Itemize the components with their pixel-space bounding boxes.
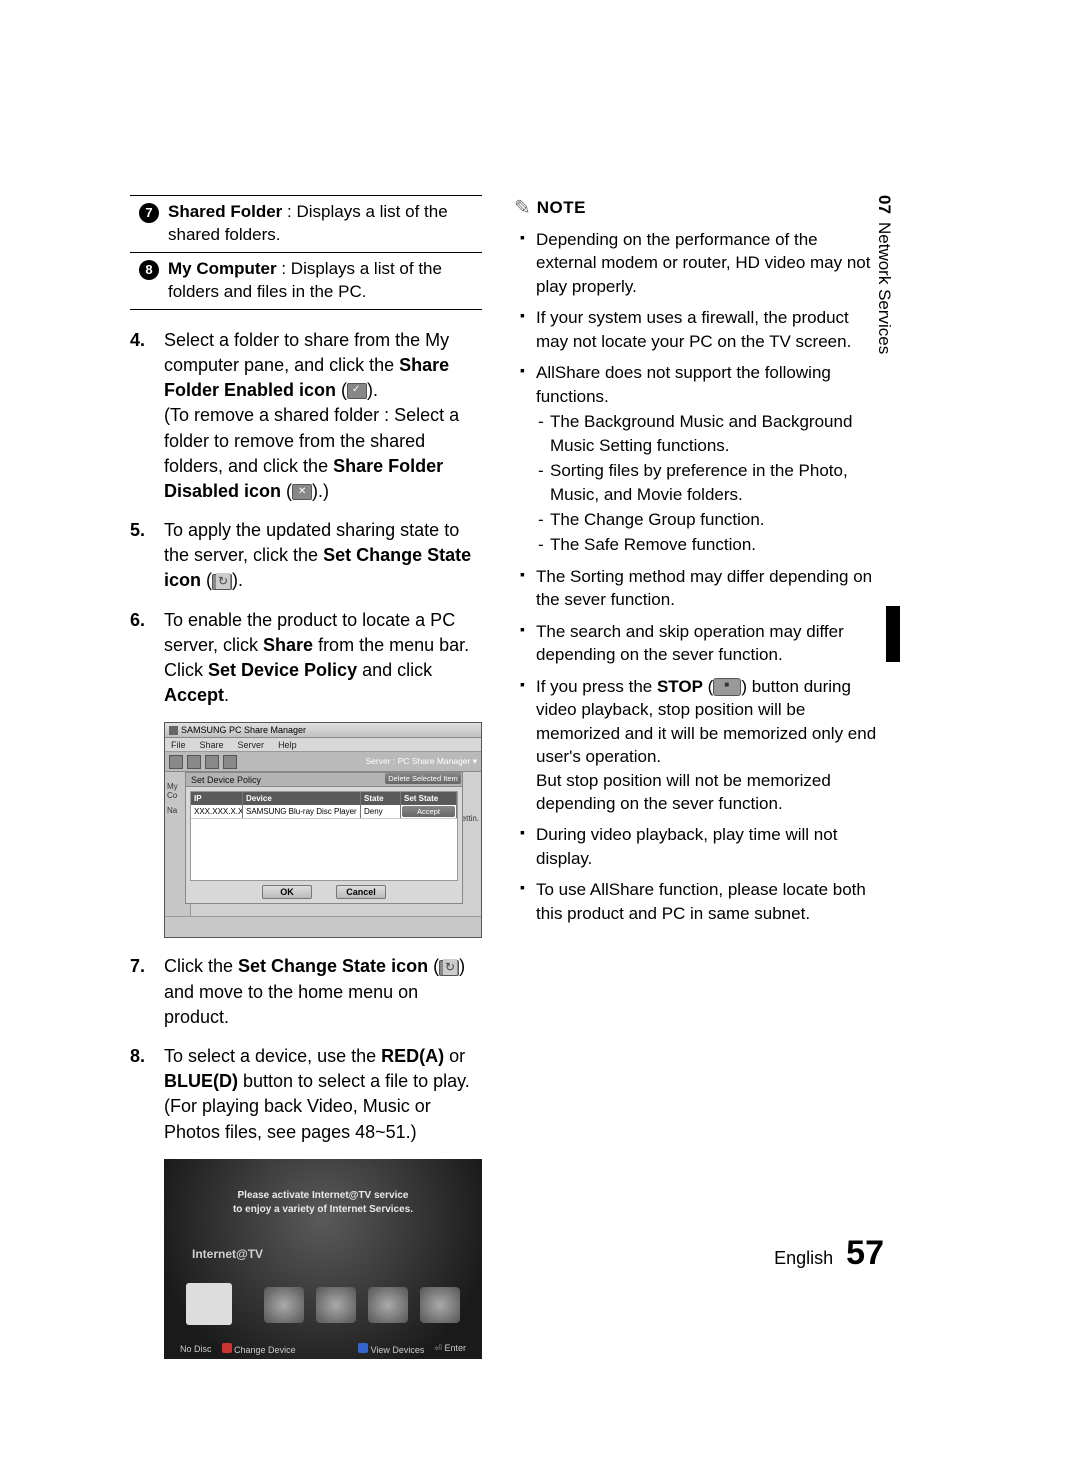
note-subitem: Sorting files by preference in the Photo…: [536, 459, 880, 506]
ok-button[interactable]: OK: [262, 885, 312, 899]
set-change-state-icon: [212, 574, 232, 590]
note-item: AllShare does not support the following …: [514, 361, 880, 557]
menu-server[interactable]: Server: [238, 740, 265, 750]
right-column: ✎ NOTE Depending on the performance of t…: [514, 195, 880, 1359]
number-badge: 7: [139, 203, 159, 223]
share-enable-icon: [347, 383, 367, 399]
enter-key-icon: ⏎: [434, 1343, 442, 1353]
definition-table: 7 Shared Folder : Displays a list of the…: [130, 195, 482, 310]
note-header: ✎ NOTE: [514, 195, 880, 220]
note-icon: ✎: [514, 195, 531, 220]
footer-language: English: [774, 1248, 833, 1268]
note-item: If you press the STOP () button during v…: [514, 675, 880, 816]
home-tile-icon[interactable]: [264, 1287, 304, 1323]
product-home-screenshot: Please activate Internet@TV service to e…: [164, 1159, 482, 1359]
note-sublist: The Background Music and Background Musi…: [536, 410, 880, 557]
note-item: The Sorting method may differ depending …: [514, 565, 880, 612]
step-8: 8. To select a device, use the RED(A) or…: [130, 1044, 482, 1145]
device-row[interactable]: XXX.XXX.X.XX SAMSUNG Blu-ray Disc Player…: [191, 805, 457, 819]
server-status-label[interactable]: Server : PC Share Manager ▾: [365, 756, 477, 767]
definition-row: 8 My Computer : Displays a list of the f…: [130, 252, 482, 309]
step-4: 4. Select a folder to share from the My …: [130, 328, 482, 504]
blue-d-key-icon: [358, 1343, 368, 1353]
note-item: During video playback, play time will no…: [514, 823, 880, 870]
stop-button-icon: [713, 678, 741, 696]
step-6: 6. To enable the product to locate a PC …: [130, 608, 482, 709]
activation-message: Please activate Internet@TV service to e…: [164, 1159, 482, 1217]
set-change-state-icon: [439, 960, 459, 976]
accept-button[interactable]: Accept: [402, 806, 455, 817]
menu-help[interactable]: Help: [278, 740, 297, 750]
app-logo-icon: [169, 726, 178, 735]
step-list-continued: 7. Click the Set Change State icon () an…: [130, 954, 482, 1144]
home-tile-icon[interactable]: [420, 1287, 460, 1323]
cancel-button[interactable]: Cancel: [336, 885, 386, 899]
note-item: If your system uses a firewall, the prod…: [514, 306, 880, 353]
note-subitem: The Background Music and Background Musi…: [536, 410, 880, 457]
device-grid: IP Device State Set State XXX.XXX.X.XX S…: [190, 791, 458, 881]
grid-header: IP Device State Set State: [191, 792, 457, 805]
note-subitem: The Change Group function.: [536, 508, 880, 531]
home-icons-row: [164, 1287, 482, 1325]
step-7: 7. Click the Set Change State icon () an…: [130, 954, 482, 1030]
menu-share[interactable]: Share: [200, 740, 224, 750]
page-body: 7 Shared Folder : Displays a list of the…: [130, 195, 950, 1359]
number-badge: 8: [139, 260, 159, 280]
toolbar-icon[interactable]: [169, 755, 183, 769]
page-number: 57: [846, 1234, 884, 1272]
toolbar-icon[interactable]: [205, 755, 219, 769]
share-manager-dialog-screenshot: SAMSUNG PC Share Manager File Share Serv…: [164, 722, 482, 938]
right-stub-text: ettin.: [462, 814, 479, 823]
toolbar-icon[interactable]: [187, 755, 201, 769]
red-a-key-icon: [222, 1343, 232, 1353]
delete-selected-button[interactable]: Delete Selected Item: [385, 773, 461, 784]
home-tile-icon[interactable]: [368, 1287, 408, 1323]
toolbar-icon[interactable]: [223, 755, 237, 769]
home-tile-icon[interactable]: [316, 1287, 356, 1323]
dialog-buttons: OK Cancel: [186, 885, 462, 899]
menu-file[interactable]: File: [171, 740, 186, 750]
step-5: 5. To apply the updated sharing state to…: [130, 518, 482, 594]
note-list: Depending on the performance of the exte…: [514, 228, 880, 925]
dialog-menubar: File Share Server Help: [165, 738, 481, 752]
note-item: Depending on the performance of the exte…: [514, 228, 880, 298]
dialog-body: My Co Na ettin. Set Device Policy Delete…: [165, 772, 481, 916]
page-footer: English 57: [774, 1234, 884, 1273]
set-device-policy-panel: Set Device Policy Delete Selected Item I…: [185, 772, 463, 904]
dialog-titlebar: SAMSUNG PC Share Manager: [165, 723, 481, 738]
note-label: NOTE: [537, 198, 586, 218]
note-subitem: The Safe Remove function.: [536, 533, 880, 556]
internet-tv-logo: Internet@TV: [192, 1247, 263, 1261]
step-list: 4. Select a folder to share from the My …: [130, 328, 482, 709]
note-item: The search and skip operation may differ…: [514, 620, 880, 667]
share-disable-icon: [292, 484, 312, 500]
note-item: To use AllShare function, please locate …: [514, 878, 880, 925]
dialog-statusbar: [165, 916, 481, 938]
disc-status: No Disc: [180, 1344, 212, 1354]
definition-row: 7 Shared Folder : Displays a list of the…: [130, 196, 482, 252]
left-column: 7 Shared Folder : Displays a list of the…: [130, 195, 482, 1359]
home-tile-icon[interactable]: [186, 1283, 232, 1325]
dialog-toolbar: Server : PC Share Manager ▾: [165, 752, 481, 772]
product-footer-bar: No Disc Change Device View Devices ⏎ Ent…: [180, 1343, 466, 1355]
